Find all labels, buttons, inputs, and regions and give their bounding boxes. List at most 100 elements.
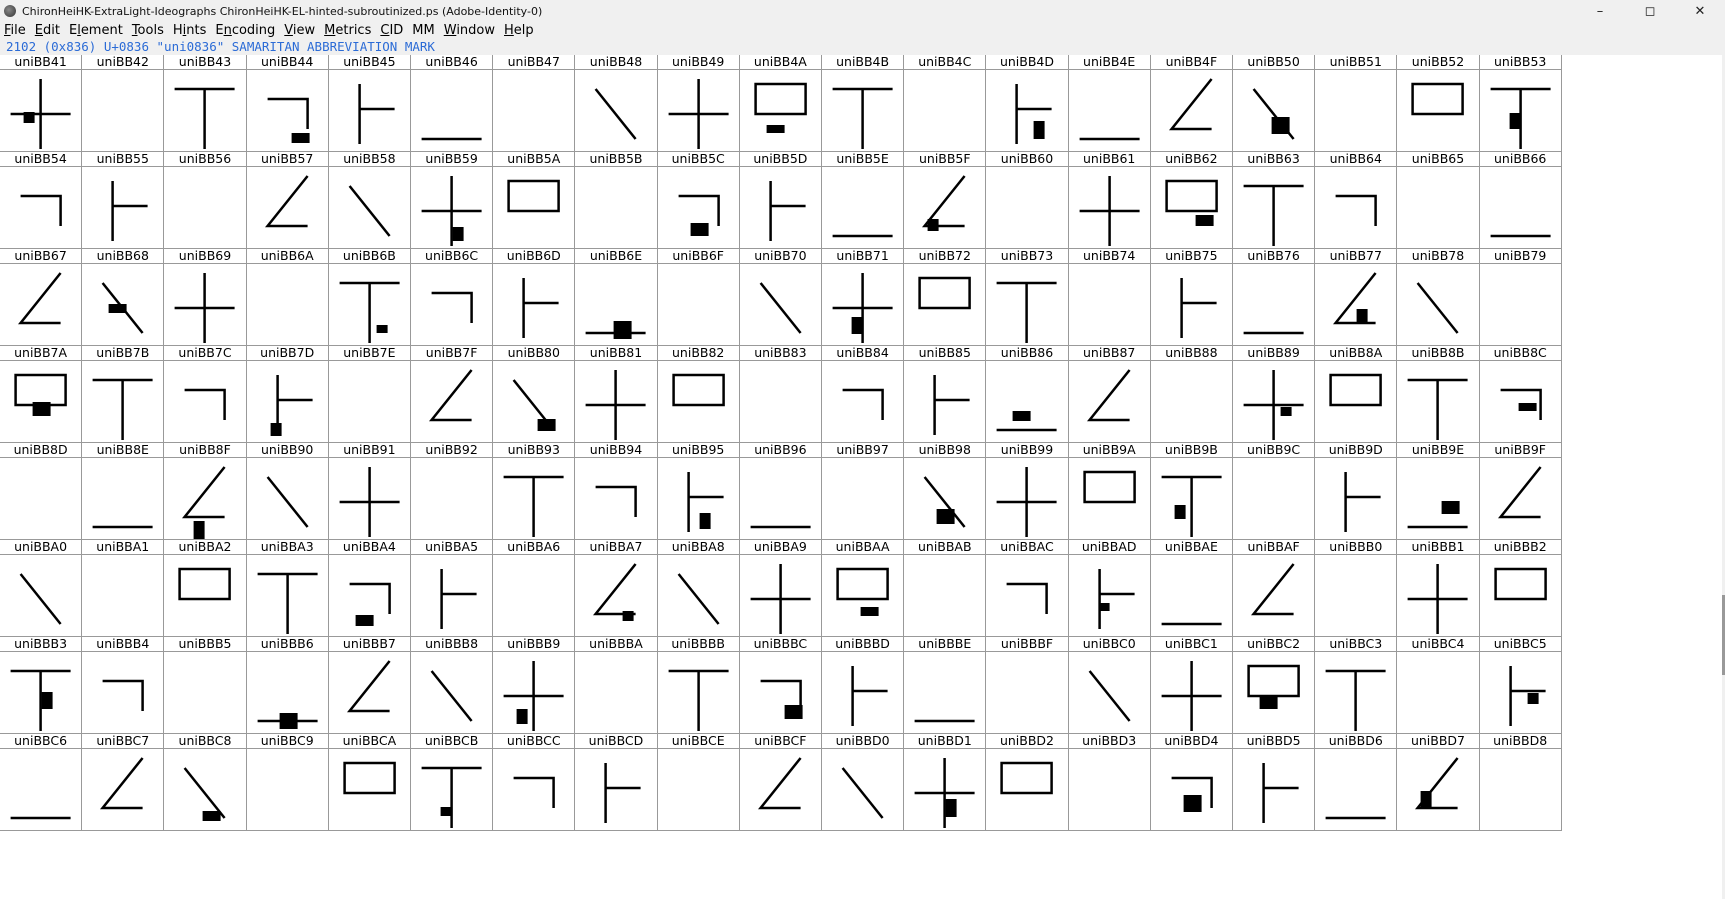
glyph-cell[interactable]: uniBBA7 (575, 540, 658, 637)
glyph-cell[interactable]: uniBB4D (986, 55, 1069, 152)
glyph-cell[interactable]: uniBB9A (1068, 443, 1151, 540)
glyph-cell[interactable]: uniBB86 (986, 346, 1069, 443)
glyph-cell[interactable]: uniBB95 (657, 443, 740, 540)
glyph-cell[interactable]: uniBB7F (411, 346, 494, 443)
glyph-cell[interactable]: uniBB68 (82, 249, 165, 346)
glyph-cell[interactable]: uniBB8B (1397, 346, 1480, 443)
glyph-cell[interactable]: uniBB92 (411, 443, 494, 540)
glyph-cell[interactable]: uniBB76 (1233, 249, 1316, 346)
glyph-cell[interactable]: uniBB7E (328, 346, 411, 443)
glyph-cell[interactable]: uniBBA6 (493, 540, 576, 637)
glyph-cell[interactable]: uniBBBD (822, 637, 905, 734)
glyph-cell[interactable]: uniBB4A (739, 55, 822, 152)
glyph-cell[interactable]: uniBBD6 (1315, 734, 1398, 831)
glyph-cell[interactable]: uniBB87 (1068, 346, 1151, 443)
glyph-cell[interactable]: uniBBB4 (82, 637, 165, 734)
glyph-cell[interactable]: uniBB80 (493, 346, 576, 443)
glyph-cell[interactable]: uniBBCB (411, 734, 494, 831)
glyph-cell[interactable]: uniBBB1 (1397, 540, 1480, 637)
glyph-cell[interactable]: uniBB74 (1068, 249, 1151, 346)
glyph-cell[interactable]: uniBBC5 (1479, 637, 1562, 734)
glyph-cell[interactable]: uniBB70 (739, 249, 822, 346)
glyph-cell[interactable]: uniBB7A (0, 346, 83, 443)
glyph-cell[interactable]: uniBB71 (822, 249, 905, 346)
menu-window[interactable]: Window (440, 23, 500, 38)
glyph-cell[interactable]: uniBBCF (739, 734, 822, 831)
glyph-cell[interactable]: uniBB53 (1479, 55, 1562, 152)
glyph-cell[interactable]: uniBBD8 (1479, 734, 1562, 831)
glyph-cell[interactable]: uniBB78 (1397, 249, 1480, 346)
glyph-cell[interactable]: uniBB62 (1150, 152, 1233, 249)
glyph-cell[interactable]: uniBBA4 (328, 540, 411, 637)
glyph-cell[interactable]: uniBBC9 (246, 734, 329, 831)
glyph-cell[interactable]: uniBBAC (986, 540, 1069, 637)
glyph-cell[interactable]: uniBBCE (657, 734, 740, 831)
glyph-cell[interactable]: uniBBB3 (0, 637, 83, 734)
glyph-cell[interactable]: uniBBC2 (1233, 637, 1316, 734)
glyph-cell[interactable]: uniBB4B (822, 55, 905, 152)
glyph-cell[interactable]: uniBBB6 (246, 637, 329, 734)
glyph-cell[interactable]: uniBB8D (0, 443, 83, 540)
glyph-cell[interactable]: uniBBC8 (164, 734, 247, 831)
menu-element[interactable]: Element (65, 23, 128, 38)
glyph-cell[interactable]: uniBB6F (657, 249, 740, 346)
glyph-cell[interactable]: uniBB7D (246, 346, 329, 443)
glyph-cell[interactable]: uniBBB0 (1315, 540, 1398, 637)
glyph-cell[interactable]: uniBB8F (164, 443, 247, 540)
glyph-cell[interactable]: uniBBB5 (164, 637, 247, 734)
glyph-cell[interactable]: uniBBA1 (82, 540, 165, 637)
glyph-cell[interactable]: uniBBA2 (164, 540, 247, 637)
glyph-cell[interactable]: uniBB5E (822, 152, 905, 249)
minimize-button[interactable]: – (1575, 0, 1625, 22)
glyph-cell[interactable]: uniBBCA (328, 734, 411, 831)
glyph-cell[interactable]: uniBB54 (0, 152, 83, 249)
glyph-cell[interactable]: uniBB6A (246, 249, 329, 346)
glyph-cell[interactable]: uniBB57 (246, 152, 329, 249)
glyph-cell[interactable]: uniBB90 (246, 443, 329, 540)
glyph-cell[interactable]: uniBB61 (1068, 152, 1151, 249)
glyph-cell[interactable]: uniBB72 (904, 249, 987, 346)
glyph-cell[interactable]: uniBBCC (493, 734, 576, 831)
menu-mm[interactable]: MM (408, 23, 439, 38)
glyph-cell[interactable]: uniBB6B (328, 249, 411, 346)
glyph-cell[interactable]: uniBB9D (1315, 443, 1398, 540)
glyph-cell[interactable]: uniBBA0 (0, 540, 83, 637)
glyph-cell[interactable]: uniBB8E (82, 443, 165, 540)
glyph-cell[interactable]: uniBBC6 (0, 734, 83, 831)
glyph-cell[interactable]: uniBB60 (986, 152, 1069, 249)
glyph-cell[interactable]: uniBB9B (1150, 443, 1233, 540)
glyph-cell[interactable]: uniBBB9 (493, 637, 576, 734)
glyph-cell[interactable]: uniBB73 (986, 249, 1069, 346)
glyph-cell[interactable]: uniBB82 (657, 346, 740, 443)
glyph-cell[interactable]: uniBB5A (493, 152, 576, 249)
glyph-cell[interactable]: uniBB5B (575, 152, 658, 249)
glyph-cell[interactable]: uniBBC4 (1397, 637, 1480, 734)
glyph-cell[interactable]: uniBB88 (1150, 346, 1233, 443)
menu-encoding[interactable]: Encoding (211, 23, 280, 38)
glyph-cell[interactable]: uniBB52 (1397, 55, 1480, 152)
glyph-cell[interactable]: uniBB96 (739, 443, 822, 540)
glyph-cell[interactable]: uniBBC1 (1150, 637, 1233, 734)
menu-metrics[interactable]: Metrics (320, 23, 376, 38)
glyph-cell[interactable]: uniBB56 (164, 152, 247, 249)
glyph-cell[interactable]: uniBBBF (986, 637, 1069, 734)
menu-view[interactable]: View (280, 23, 320, 38)
glyph-cell[interactable]: uniBB4E (1068, 55, 1151, 152)
glyph-cell[interactable]: uniBB6E (575, 249, 658, 346)
glyph-cell[interactable]: uniBB51 (1315, 55, 1398, 152)
glyph-cell[interactable]: uniBB47 (493, 55, 576, 152)
glyph-cell[interactable]: uniBB89 (1233, 346, 1316, 443)
glyph-cell[interactable]: uniBB9C (1233, 443, 1316, 540)
glyph-cell[interactable]: uniBBD4 (1150, 734, 1233, 831)
close-button[interactable]: ✕ (1675, 0, 1725, 22)
glyph-cell[interactable]: uniBB91 (328, 443, 411, 540)
glyph-cell[interactable]: uniBBD1 (904, 734, 987, 831)
glyph-cell[interactable]: uniBB6C (411, 249, 494, 346)
menu-tools[interactable]: Tools (128, 23, 169, 38)
glyph-cell[interactable]: uniBB46 (411, 55, 494, 152)
glyph-cell[interactable]: uniBB83 (739, 346, 822, 443)
glyph-cell[interactable]: uniBBAD (1068, 540, 1151, 637)
glyph-cell[interactable]: uniBB9E (1397, 443, 1480, 540)
glyph-cell[interactable]: uniBB81 (575, 346, 658, 443)
glyph-cell[interactable]: uniBB42 (82, 55, 165, 152)
